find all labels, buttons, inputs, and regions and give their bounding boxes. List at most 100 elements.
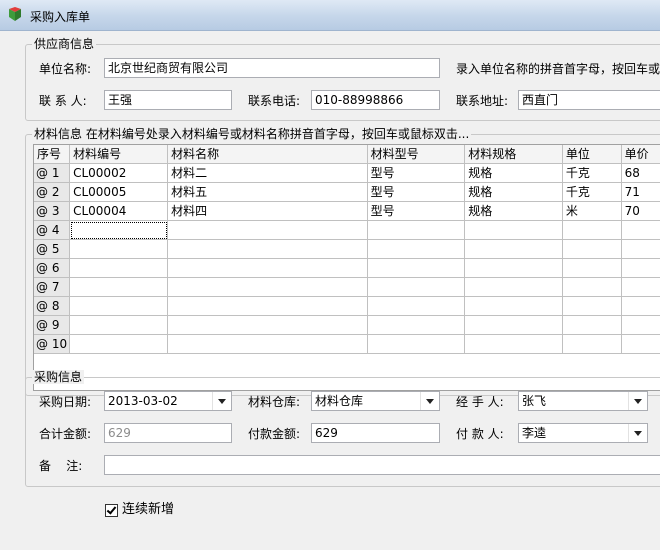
table-cell[interactable] [367, 239, 466, 259]
row-header-cell[interactable]: @ 7 [34, 277, 71, 297]
table-cell[interactable] [562, 258, 622, 278]
table-row[interactable]: @ 10 [34, 334, 660, 354]
table-cell[interactable]: 千克 [562, 182, 622, 202]
table-cell[interactable] [562, 220, 622, 240]
table-cell[interactable] [167, 258, 368, 278]
table-cell[interactable]: 千克 [562, 163, 622, 183]
table-cell[interactable] [367, 315, 466, 335]
column-header[interactable]: 单位 [562, 145, 622, 164]
table-cell[interactable]: 型号 [367, 201, 466, 221]
table-cell[interactable] [367, 334, 466, 354]
purchase-date-select[interactable]: 2013-03-02 [104, 391, 232, 411]
table-cell[interactable] [464, 277, 563, 297]
contact-input[interactable]: 王强 [104, 90, 232, 110]
table-row[interactable]: @ 5 [34, 239, 660, 259]
address-input[interactable]: 西直门 [518, 90, 660, 110]
table-cell[interactable]: 材料二 [167, 163, 368, 183]
column-header[interactable]: 材料名称 [167, 145, 368, 164]
table-row[interactable]: @ 1 CL00002 材料二 型号 规格 千克 68 [34, 163, 660, 183]
table-cell[interactable]: 70 [621, 201, 660, 221]
column-header[interactable]: 单价 [621, 145, 660, 164]
table-cell[interactable]: 规格 [464, 201, 563, 221]
column-header[interactable]: 序号 [34, 145, 71, 164]
table-cell[interactable] [69, 239, 169, 259]
warehouse-select[interactable]: 材料仓库 [311, 391, 440, 411]
table-cell[interactable] [562, 315, 622, 335]
table-cell[interactable] [167, 334, 368, 354]
table-cell[interactable] [167, 239, 368, 259]
table-cell[interactable]: 规格 [464, 182, 563, 202]
row-header-cell[interactable]: @ 4 [34, 220, 71, 240]
table-cell[interactable] [69, 258, 169, 278]
table-cell[interactable] [621, 334, 660, 354]
table-row[interactable]: @ 3 CL00004 材料四 型号 规格米 70 [34, 201, 660, 221]
table-cell[interactable]: 71 [621, 182, 660, 202]
continuous-add-checkbox[interactable] [105, 504, 118, 517]
table-cell[interactable]: 型号 [367, 182, 466, 202]
table-cell[interactable]: 68 [621, 163, 660, 183]
chevron-down-icon[interactable] [628, 392, 647, 410]
chevron-down-icon[interactable] [212, 392, 231, 410]
table-cell[interactable] [464, 315, 563, 335]
table-cell[interactable]: 规格 [464, 163, 563, 183]
row-header-cell[interactable]: @ 2 [34, 182, 71, 202]
table-cell[interactable] [367, 220, 466, 240]
table-cell[interactable] [621, 277, 660, 297]
table-cell[interactable] [562, 334, 622, 354]
row-header-cell[interactable]: @ 5 [34, 239, 71, 259]
row-header-cell[interactable]: @ 9 [34, 315, 71, 335]
note-input[interactable] [104, 455, 660, 475]
row-header-cell[interactable]: @ 10 [34, 334, 71, 354]
column-header[interactable]: 材料编号 [69, 145, 169, 164]
table-cell[interactable] [562, 239, 622, 259]
table-cell[interactable] [464, 258, 563, 278]
payer-select[interactable]: 李逵 [518, 423, 648, 443]
table-row[interactable]: @ 7 [34, 277, 660, 297]
table-cell[interactable] [621, 258, 660, 278]
table-cell[interactable] [562, 277, 622, 297]
table-row[interactable]: @ 9 [34, 315, 660, 335]
column-header[interactable]: 材料型号 [367, 145, 466, 164]
table-cell[interactable]: CL00004 [69, 201, 169, 221]
table-cell[interactable]: 米 [562, 201, 622, 221]
column-header[interactable]: 材料规格 [464, 145, 563, 164]
continuous-add-label[interactable]: 连续新增 [122, 503, 174, 517]
table-row[interactable]: @ 4 [34, 220, 660, 240]
paid-amount-input[interactable]: 629 [311, 423, 440, 443]
table-cell[interactable] [69, 315, 169, 335]
table-cell[interactable] [69, 296, 169, 316]
table-row[interactable]: @ 8 [34, 296, 660, 316]
row-header-cell[interactable]: @ 8 [34, 296, 71, 316]
table-cell[interactable] [464, 220, 563, 240]
table-cell[interactable] [367, 277, 466, 297]
table-cell[interactable] [621, 220, 660, 240]
table-cell[interactable] [167, 220, 368, 240]
table-cell[interactable]: 型号 [367, 163, 466, 183]
table-row[interactable]: @ 2 CL00005 材料五 型号 规格 千克 71 [34, 182, 660, 202]
table-cell[interactable] [367, 296, 466, 316]
table-cell[interactable] [69, 220, 169, 240]
chevron-down-icon[interactable] [628, 424, 647, 442]
table-row[interactable]: @ 6 [34, 258, 660, 278]
table-cell[interactable] [69, 334, 169, 354]
row-header-cell[interactable]: @ 1 [34, 163, 71, 183]
table-cell[interactable] [464, 296, 563, 316]
table-cell[interactable] [167, 296, 368, 316]
chevron-down-icon[interactable] [420, 392, 439, 410]
table-cell[interactable] [167, 315, 368, 335]
table-cell[interactable] [464, 239, 563, 259]
table-cell[interactable] [562, 296, 622, 316]
table-cell[interactable] [464, 334, 563, 354]
table-cell[interactable] [167, 277, 368, 297]
phone-input[interactable]: 010-88998866 [311, 90, 440, 110]
table-cell[interactable]: CL00002 [69, 163, 169, 183]
table-cell[interactable] [621, 239, 660, 259]
table-cell[interactable]: 材料五 [167, 182, 368, 202]
material-grid[interactable]: 序号 材料编号 材料名称 材料型号 材料规格 单位 单价 @ 1 CL00002 材料二 型号 规格… [33, 144, 660, 391]
row-header-cell[interactable]: @ 6 [34, 258, 71, 278]
table-cell[interactable] [621, 296, 660, 316]
row-header-cell[interactable]: @ 3 [34, 201, 71, 221]
table-cell[interactable] [621, 315, 660, 335]
table-cell[interactable]: 材料四 [167, 201, 368, 221]
handler-select[interactable]: 张飞 [518, 391, 648, 411]
